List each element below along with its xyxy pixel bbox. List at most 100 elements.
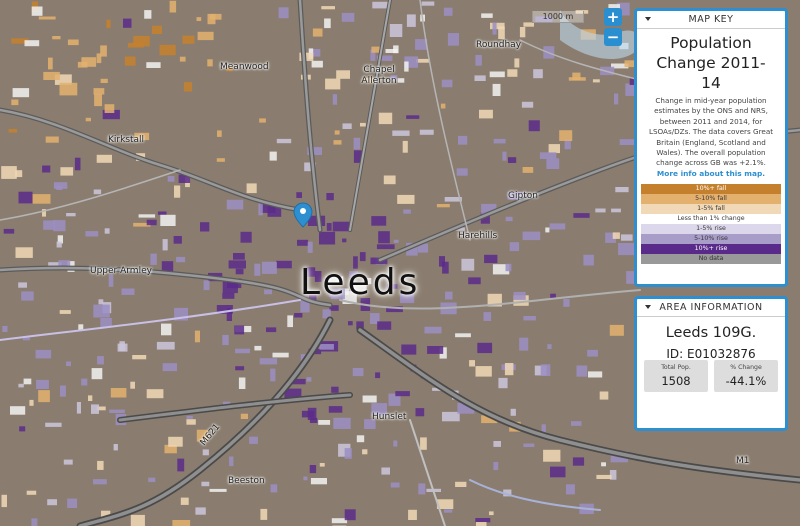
- lsoa-area[interactable]: [48, 57, 53, 70]
- lsoa-area[interactable]: [509, 242, 520, 252]
- lsoa-area[interactable]: [383, 175, 396, 185]
- lsoa-area[interactable]: [269, 151, 277, 161]
- lsoa-area[interactable]: [566, 484, 575, 495]
- lsoa-area[interactable]: [378, 112, 393, 125]
- lsoa-area[interactable]: [543, 449, 561, 462]
- lsoa-area[interactable]: [226, 199, 244, 210]
- lsoa-area[interactable]: [469, 360, 475, 367]
- lsoa-area[interactable]: [162, 363, 177, 372]
- lsoa-area[interactable]: [310, 478, 327, 485]
- lsoa-area[interactable]: [328, 406, 343, 413]
- lsoa-area[interactable]: [389, 24, 403, 37]
- lsoa-area[interactable]: [522, 231, 541, 241]
- lsoa-area[interactable]: [91, 404, 99, 414]
- lsoa-area[interactable]: [12, 88, 30, 98]
- lsoa-area[interactable]: [614, 93, 619, 105]
- lsoa-area[interactable]: [266, 327, 277, 333]
- lsoa-area[interactable]: [197, 31, 214, 41]
- lsoa-area[interactable]: [595, 208, 606, 213]
- lsoa-area[interactable]: [146, 389, 164, 399]
- lsoa-area[interactable]: [1, 166, 17, 179]
- lsoa-area[interactable]: [572, 457, 585, 466]
- lsoa-area[interactable]: [259, 118, 266, 123]
- lsoa-area[interactable]: [85, 231, 99, 237]
- lsoa-area[interactable]: [182, 35, 195, 44]
- lsoa-area[interactable]: [186, 415, 193, 419]
- lsoa-area[interactable]: [596, 474, 612, 479]
- lsoa-area[interactable]: [97, 356, 104, 365]
- lsoa-area[interactable]: [609, 324, 624, 336]
- lsoa-area[interactable]: [179, 56, 186, 62]
- lsoa-area[interactable]: [331, 386, 339, 393]
- lsoa-area[interactable]: [461, 258, 475, 271]
- lsoa-area[interactable]: [381, 467, 390, 475]
- lsoa-area[interactable]: [333, 140, 342, 145]
- lsoa-area[interactable]: [510, 408, 516, 416]
- lsoa-area[interactable]: [303, 476, 308, 481]
- lsoa-area[interactable]: [341, 12, 355, 22]
- lsoa-area[interactable]: [234, 325, 245, 335]
- lsoa-area[interactable]: [81, 57, 97, 67]
- lsoa-area[interactable]: [15, 247, 33, 258]
- lsoa-area[interactable]: [539, 152, 557, 159]
- lsoa-area[interactable]: [272, 352, 289, 358]
- lsoa-area[interactable]: [312, 28, 323, 37]
- lsoa-area[interactable]: [421, 1, 435, 6]
- lsoa-area[interactable]: [545, 227, 550, 233]
- lsoa-area[interactable]: [264, 289, 272, 295]
- lsoa-area[interactable]: [476, 522, 487, 526]
- lsoa-area[interactable]: [146, 219, 157, 226]
- lsoa-area[interactable]: [168, 436, 183, 447]
- lsoa-area[interactable]: [523, 443, 535, 448]
- lsoa-area[interactable]: [353, 137, 361, 150]
- lsoa-area[interactable]: [481, 13, 493, 18]
- lsoa-area[interactable]: [1, 494, 8, 508]
- lsoa-area[interactable]: [60, 167, 74, 176]
- lsoa-area[interactable]: [326, 193, 334, 201]
- lsoa-area[interactable]: [246, 183, 257, 194]
- lsoa-area[interactable]: [162, 239, 168, 251]
- lsoa-area[interactable]: [121, 288, 135, 295]
- lsoa-area[interactable]: [276, 138, 292, 144]
- lsoa-area[interactable]: [66, 361, 71, 367]
- lsoa-area[interactable]: [217, 130, 222, 137]
- lsoa-area[interactable]: [455, 481, 467, 487]
- lsoa-area[interactable]: [505, 216, 513, 222]
- lsoa-area[interactable]: [150, 253, 157, 265]
- lsoa-area[interactable]: [599, 391, 609, 400]
- area-info-header[interactable]: AREA INFORMATION: [637, 299, 785, 317]
- lsoa-area[interactable]: [444, 509, 453, 513]
- lsoa-area[interactable]: [67, 498, 78, 508]
- lsoa-area[interactable]: [549, 223, 566, 230]
- lsoa-area[interactable]: [47, 499, 57, 506]
- lsoa-area[interactable]: [378, 231, 390, 244]
- lsoa-area[interactable]: [38, 16, 56, 20]
- lsoa-area[interactable]: [183, 82, 193, 92]
- lsoa-area[interactable]: [29, 399, 34, 406]
- lsoa-area[interactable]: [348, 321, 353, 326]
- lsoa-area[interactable]: [326, 223, 332, 231]
- lsoa-area[interactable]: [59, 82, 78, 96]
- lsoa-area[interactable]: [344, 509, 356, 521]
- lsoa-area[interactable]: [319, 463, 325, 467]
- lsoa-area[interactable]: [216, 158, 225, 162]
- lsoa-area[interactable]: [35, 349, 52, 359]
- lsoa-area[interactable]: [592, 79, 600, 83]
- lsoa-area[interactable]: [240, 231, 252, 243]
- lsoa-area[interactable]: [8, 129, 18, 133]
- lsoa-area[interactable]: [371, 216, 387, 226]
- lsoa-area[interactable]: [479, 109, 493, 119]
- lsoa-area[interactable]: [130, 514, 145, 526]
- lsoa-area[interactable]: [546, 158, 560, 169]
- lsoa-area[interactable]: [475, 55, 482, 66]
- lsoa-area[interactable]: [402, 140, 408, 153]
- lsoa-area[interactable]: [415, 408, 425, 417]
- lsoa-area[interactable]: [418, 483, 426, 495]
- lsoa-area[interactable]: [109, 409, 125, 413]
- lsoa-area[interactable]: [571, 421, 582, 426]
- lsoa-area[interactable]: [406, 14, 416, 27]
- lsoa-area[interactable]: [375, 372, 381, 379]
- lsoa-area[interactable]: [123, 18, 132, 28]
- lsoa-area[interactable]: [362, 395, 377, 403]
- lsoa-area[interactable]: [151, 25, 162, 34]
